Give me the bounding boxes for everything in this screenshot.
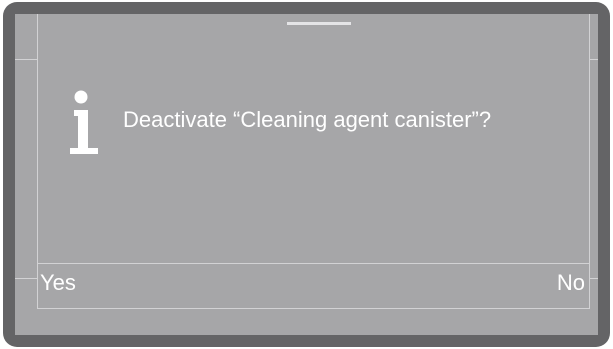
frame-tick xyxy=(15,59,37,60)
display-screen: Deactivate “Cleaning agent canister”? Ye… xyxy=(15,14,598,335)
frame-tick xyxy=(589,59,598,60)
frame-line-left xyxy=(37,14,38,309)
display-bezel: Deactivate “Cleaning agent canister”? Ye… xyxy=(3,2,610,347)
top-indicator xyxy=(287,22,351,25)
frame-tick xyxy=(15,278,37,279)
no-button[interactable]: No xyxy=(557,269,585,297)
softkey-divider xyxy=(37,263,590,264)
frame-tick xyxy=(589,278,598,279)
dialog-message: Deactivate “Cleaning agent canister”? xyxy=(123,107,492,132)
info-icon xyxy=(69,90,99,162)
yes-button[interactable]: Yes xyxy=(40,269,76,297)
frame-line-bottom xyxy=(37,308,590,309)
